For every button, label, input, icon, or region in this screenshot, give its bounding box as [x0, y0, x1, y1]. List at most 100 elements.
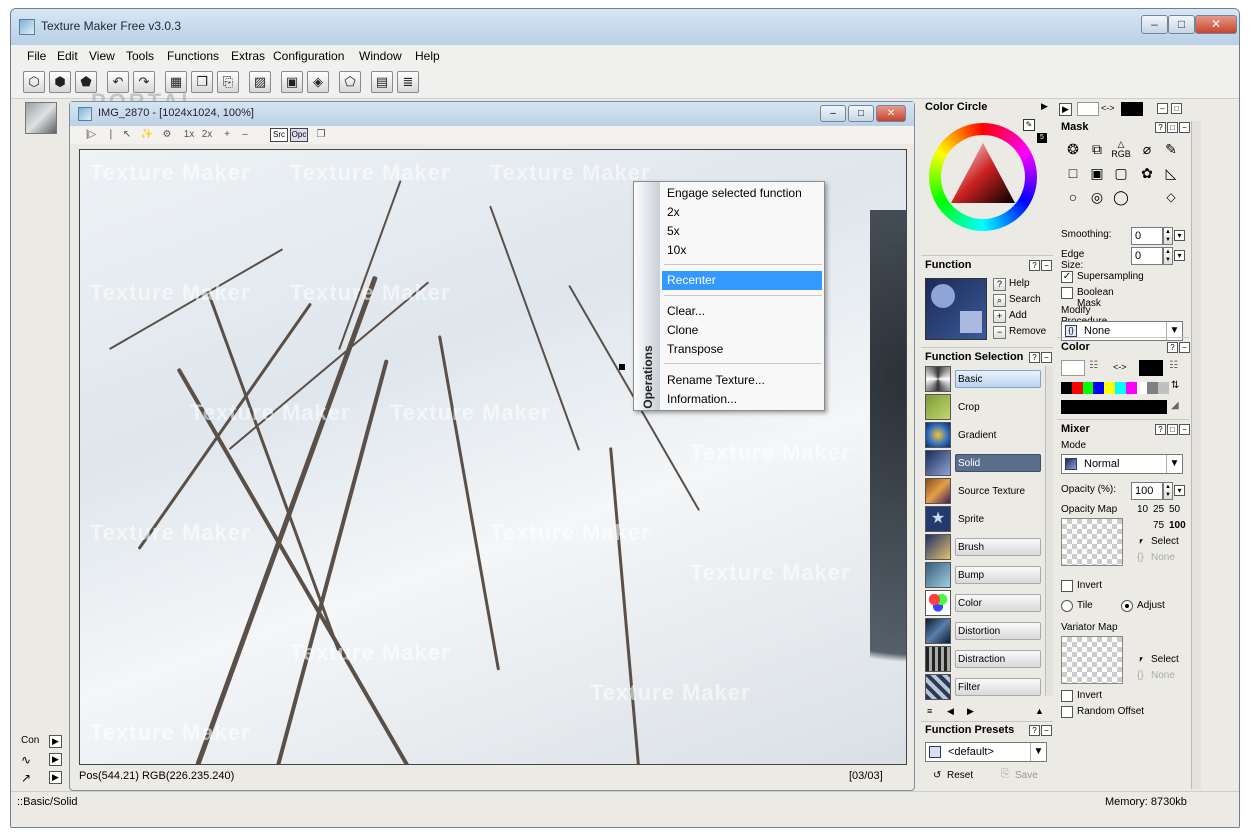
collapse-icon[interactable]: − [1179, 342, 1190, 353]
grid-icon[interactable]: ☷ [1169, 360, 1178, 371]
palette-swatch[interactable] [1082, 382, 1094, 394]
pentagon-icon[interactable]: ⬠ [339, 71, 361, 93]
swap-colors-button[interactable]: <-> [1101, 103, 1115, 113]
secondary-color-swatch[interactable] [1121, 102, 1143, 116]
script-icon[interactable]: ≣ [397, 71, 419, 93]
texture-thumbnail[interactable] [25, 102, 57, 134]
paste-icon[interactable]: ⎘ [217, 71, 239, 93]
grid-icon[interactable]: ☷ [1089, 360, 1098, 371]
supersampling-checkbox[interactable]: ✓ [1061, 271, 1073, 283]
dropdown-icon[interactable]: ▾ [1174, 250, 1185, 261]
opacity-map-preview[interactable] [1061, 518, 1123, 566]
palette-swatch[interactable] [1125, 382, 1137, 394]
boolean-mask-checkbox[interactable] [1061, 287, 1073, 299]
function-item-gradient[interactable]: Gradient [925, 422, 1043, 448]
opacity-map-select-button[interactable]: Select [1151, 536, 1179, 547]
lasso-icon[interactable]: ❂ [1063, 139, 1083, 159]
next-icon[interactable]: ▶ [967, 706, 974, 717]
play-icon[interactable]: |▷ [84, 128, 98, 142]
close-button[interactable]: ✕ [1195, 15, 1237, 34]
menu-functions[interactable]: Functions [167, 49, 219, 63]
circle-icon[interactable]: ○ [1063, 187, 1083, 207]
function-item-basic[interactable]: Basic [925, 366, 1043, 392]
help-icon[interactable]: ? [1155, 122, 1166, 133]
play-icon[interactable]: ▶ [49, 735, 62, 748]
function-item-crop[interactable]: Crop [925, 394, 1043, 420]
select-icon[interactable]: ⎖ [1137, 654, 1145, 665]
play-icon[interactable]: ▶ [49, 753, 62, 766]
minimize-panel-icon[interactable]: ‒ [1157, 103, 1168, 114]
reset-icon[interactable]: ↺ [933, 770, 941, 781]
function-scrollbar[interactable] [1045, 366, 1053, 696]
rgb-select-icon[interactable]: △ RGB [1111, 139, 1131, 159]
shape-icon[interactable]: ◈ [307, 71, 329, 93]
palette-swatch[interactable] [1114, 382, 1126, 394]
inner-rectangle-icon[interactable]: ▣ [1087, 163, 1107, 183]
menu-item-2x[interactable]: 2x [662, 203, 822, 222]
function-item-distraction[interactable]: Distraction [925, 646, 1043, 672]
right-panel-scrollbar[interactable] [1191, 121, 1201, 789]
rect-select-icon[interactable]: ⧉ [1087, 139, 1107, 159]
palette-swatch[interactable] [1093, 382, 1105, 394]
function-item-color[interactable]: Color [925, 590, 1043, 616]
collapse-icon[interactable]: − [1041, 260, 1052, 271]
collapse-icon[interactable]: − [1041, 352, 1052, 363]
help-icon[interactable]: ? [1167, 342, 1178, 353]
palette-swatch[interactable] [1136, 382, 1148, 394]
random-offset-checkbox[interactable] [1061, 706, 1073, 718]
zoom-in-icon[interactable]: + [220, 128, 234, 142]
blend-mode-dropdown[interactable]: Normal ▼ [1061, 454, 1183, 474]
palette-swatch[interactable] [1071, 382, 1083, 394]
menu-file[interactable]: File [27, 49, 46, 63]
spinner-icon[interactable]: ▲ ▼ [1163, 247, 1173, 265]
function-item-distortion[interactable]: Distortion [925, 618, 1043, 644]
help-icon[interactable]: ? [1029, 260, 1040, 271]
opacity-input[interactable]: 100 [1131, 482, 1163, 500]
sparkle-icon[interactable]: ✨ [140, 128, 154, 142]
prev-icon[interactable]: ◀ [947, 706, 954, 717]
opacity-preset-75[interactable]: 75 [1153, 520, 1164, 531]
menu-item-5x[interactable]: 5x [662, 222, 822, 241]
menu-icon[interactable]: ≡ [927, 706, 932, 716]
select-icon[interactable]: ⎖ [1137, 536, 1145, 547]
target-icon[interactable]: ◎ [1087, 187, 1107, 207]
menu-window[interactable]: Window [359, 49, 402, 63]
dropdown-icon[interactable]: ▾ [1174, 485, 1185, 496]
reset-button[interactable]: Reset [947, 770, 973, 781]
function-item-filter[interactable]: Filter [925, 674, 1043, 700]
restore-icon[interactable]: □ [1167, 122, 1178, 133]
edge-size-input[interactable]: 0 [1131, 247, 1163, 265]
restore-icon[interactable]: □ [1167, 424, 1178, 435]
eyedropper-icon[interactable]: ✎ [1023, 119, 1035, 131]
adjust-radio[interactable] [1121, 600, 1133, 612]
menu-tools[interactable]: Tools [126, 49, 154, 63]
play-icon[interactable]: ▶ [49, 771, 62, 784]
maximize-panel-icon[interactable]: □ [1171, 103, 1182, 114]
add-button[interactable]: + Add [993, 310, 1049, 326]
help-icon[interactable]: ? [1155, 424, 1166, 435]
brush-icon[interactable]: ✎ [1161, 139, 1181, 159]
primary-color-swatch[interactable] [1061, 360, 1085, 376]
smoothing-input[interactable]: 0 [1131, 227, 1163, 245]
pointer-icon[interactable]: ↖ [120, 128, 134, 142]
src-toggle[interactable]: Src [270, 128, 288, 142]
color-palette[interactable] [1061, 382, 1169, 394]
opacity-preset-10[interactable]: 10 [1137, 504, 1148, 515]
invert-checkbox[interactable] [1061, 580, 1073, 592]
menu-help[interactable]: Help [415, 49, 440, 63]
image-icon[interactable]: ▨ [249, 71, 271, 93]
function-item-bump[interactable]: Bump [925, 562, 1043, 588]
image-window-titlebar[interactable]: IMG_2870 - [1024x1024, 100%] – □ ✕ [70, 102, 914, 126]
dropdown-icon[interactable]: ▾ [1174, 230, 1185, 241]
menu-extras[interactable]: Extras [231, 49, 265, 63]
zoom-1x-icon[interactable]: 1x [182, 128, 196, 142]
opacity-preset-25[interactable]: 25 [1153, 504, 1164, 515]
menu-view[interactable]: View [89, 49, 115, 63]
preset-dropdown[interactable]: <default> ▼ [925, 742, 1047, 762]
minimize-button[interactable]: – [1141, 15, 1168, 34]
opc-toggle[interactable]: Opc [290, 128, 308, 142]
split-icon[interactable]: ❘ [104, 128, 118, 142]
minimize-button[interactable]: – [820, 105, 846, 122]
play-icon[interactable]: ▶ [1059, 103, 1072, 116]
flower-icon[interactable]: ✿ [1137, 163, 1157, 183]
